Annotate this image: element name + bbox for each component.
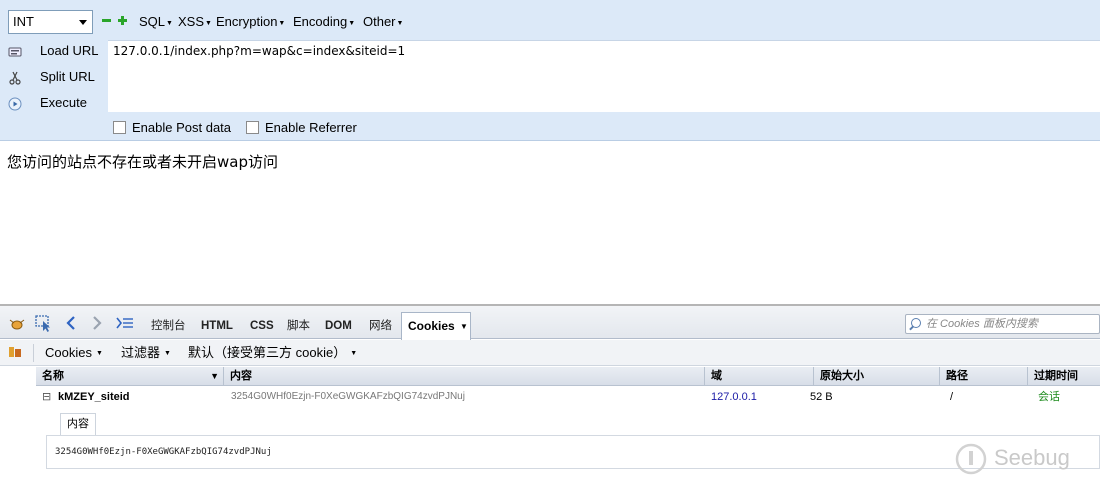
divider	[33, 344, 34, 362]
url-input[interactable]: 127.0.0.1/index.php?m=wap&c=index&siteid…	[108, 40, 1100, 112]
detail-value: 3254G0WHf0Ezjn-F0XeGWGKAFzbQIG74zvdPJNuj	[46, 435, 1100, 469]
search-icon	[911, 318, 921, 328]
cookie-detail: 内容 3254G0WHf0Ezjn-F0XeGWGKAFzbQIG74zvdPJ…	[46, 410, 1100, 470]
column-content[interactable]: 内容	[224, 367, 705, 386]
type-select[interactable]: INT	[8, 10, 93, 34]
minus-icon[interactable]	[102, 16, 111, 25]
chevron-down-icon: ▼	[278, 20, 286, 27]
enable-post-checkbox[interactable]: Enable Post data	[113, 121, 231, 135]
cookies-menu[interactable]: Cookies ▼	[45, 346, 103, 361]
type-select-value: INT	[13, 14, 34, 29]
tab-html[interactable]: HTML	[201, 319, 233, 333]
cookie-icon[interactable]	[8, 345, 22, 362]
split-url-button[interactable]: Split URL	[4, 66, 104, 88]
checkbox-box[interactable]	[246, 121, 259, 134]
tab-net[interactable]: 网络	[369, 319, 392, 333]
column-path[interactable]: 路径	[940, 367, 1028, 386]
tab-dom[interactable]: DOM	[325, 319, 352, 333]
cookie-name: kMZEY_siteid	[58, 391, 130, 403]
tab-css[interactable]: CSS	[250, 319, 274, 333]
search-input[interactable]: 在 Cookies 面板内搜索	[905, 314, 1100, 334]
chevron-down-icon: ▼	[350, 350, 358, 357]
cookies-table-header: 名称 ▼ 内容 域 原始大小 路径 过期时间	[36, 367, 1100, 386]
column-expires[interactable]: 过期时间	[1028, 367, 1100, 386]
enable-referrer-checkbox[interactable]: Enable Referrer	[246, 121, 357, 135]
chevron-down-icon: ▼	[205, 20, 212, 27]
play-icon	[8, 96, 22, 111]
firebug-icon[interactable]	[9, 317, 25, 334]
hackbar-toolbar: INT SQL▼ XSS▼ Encryption▼ Encoding▼ Othe…	[0, 0, 1100, 38]
cookie-content: 3254G0WHf0Ezjn-F0XeGWGKAFzbQIG74zvdPJNuj	[231, 391, 465, 402]
execute-button[interactable]: Execute	[4, 92, 104, 114]
chevron-down-icon: ▼	[396, 20, 404, 27]
load-url-icon	[8, 44, 22, 58]
tab-console[interactable]: 控制台	[151, 319, 186, 333]
menu-xss[interactable]: XSS▼	[178, 14, 212, 32]
page-message: 您访问的站点不存在或者未开启wap访问	[7, 153, 278, 171]
chevron-down-icon: ▼	[166, 20, 173, 27]
chevron-down-icon: ▼	[348, 20, 356, 27]
plus-icon[interactable]	[118, 16, 127, 25]
cookie-path: /	[950, 391, 954, 403]
cookie-domain: 127.0.0.1	[711, 391, 757, 403]
watermark-text: Seebug	[994, 445, 1070, 470]
checkbox-box[interactable]	[113, 121, 126, 134]
url-input-value: 127.0.0.1/index.php?m=wap&c=index&siteid…	[113, 44, 406, 58]
inspect-icon[interactable]	[35, 315, 53, 336]
column-raw-size[interactable]: 原始大小	[814, 367, 940, 386]
menu-other[interactable]: Other▼	[363, 14, 403, 32]
tab-script[interactable]: 脚本	[287, 319, 310, 333]
cookie-expires: 会话	[1038, 391, 1060, 403]
chevron-down-icon: ▼	[460, 322, 468, 331]
column-domain[interactable]: 域	[705, 367, 814, 386]
chevron-down-icon: ▼	[164, 350, 171, 357]
back-icon[interactable]	[66, 316, 76, 333]
load-url-button[interactable]: Load URL	[4, 40, 104, 62]
third-party-menu[interactable]: 默认（接受第三方 cookie） ▼	[188, 346, 357, 361]
cookie-raw-size: 52 B	[810, 391, 833, 403]
cookies-toolbar: Cookies ▼ 过滤器 ▼ 默认（接受第三方 cookie） ▼	[0, 340, 1100, 366]
watermark: Seebug	[954, 440, 1094, 476]
forward-icon[interactable]	[92, 316, 102, 333]
command-line-icon[interactable]	[116, 317, 134, 332]
menu-sql[interactable]: SQL▼	[139, 14, 173, 32]
detail-tab-content[interactable]: 内容	[60, 413, 96, 435]
filter-menu[interactable]: 过滤器 ▼	[121, 346, 171, 361]
devtools-panel: 控制台 HTML CSS 脚本 DOM 网络 Cookies ▼ 在 Cooki…	[0, 304, 1100, 485]
chevron-down-icon: ▼	[95, 350, 103, 357]
chevron-down-icon	[79, 20, 87, 25]
sort-arrow-icon: ▼	[210, 371, 219, 381]
tab-cookies[interactable]: Cookies ▼	[401, 312, 471, 340]
devtools-toolbar: 控制台 HTML CSS 脚本 DOM 网络 Cookies ▼ 在 Cooki…	[0, 306, 1100, 340]
collapse-icon[interactable]: ⊟	[42, 387, 51, 407]
menu-encryption[interactable]: Encryption▼	[216, 14, 285, 32]
hackbar-panel: INT SQL▼ XSS▼ Encryption▼ Encoding▼ Othe…	[0, 0, 1100, 141]
table-row[interactable]: ⊟ kMZEY_siteid 3254G0WHf0Ezjn-F0XeGWGKAF…	[36, 387, 1100, 407]
menu-encoding[interactable]: Encoding▼	[293, 14, 355, 32]
scissors-icon	[8, 70, 22, 85]
column-name[interactable]: 名称 ▼	[36, 367, 224, 386]
